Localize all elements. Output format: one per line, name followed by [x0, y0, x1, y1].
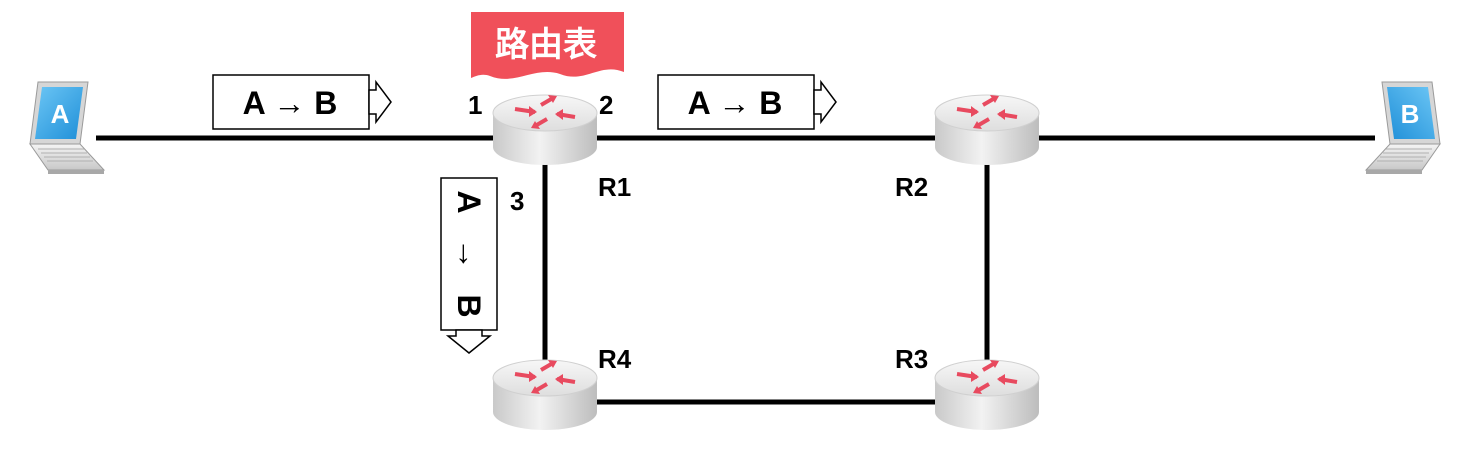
host-a: A	[29, 81, 105, 175]
router-icon	[491, 93, 599, 167]
router-r4	[491, 358, 599, 432]
routing-table-label: 路由表	[495, 26, 597, 64]
router-icon	[491, 358, 599, 432]
port-1-label: 1	[468, 90, 482, 120]
router-r1-label: R1	[598, 172, 631, 202]
router-r2-label: R2	[895, 172, 928, 202]
port-2-label: 2	[599, 90, 613, 120]
router-r3	[933, 358, 1041, 432]
packet-down-b: B	[451, 294, 487, 317]
packet-down: A → B	[440, 177, 498, 354]
router-r2	[933, 93, 1041, 167]
packet-left-label: A → B	[243, 85, 338, 121]
links	[96, 135, 1375, 405]
packet-arrow-icon	[445, 329, 493, 354]
packet-right-label: A → B	[688, 85, 783, 121]
packet-down-a: A	[451, 190, 487, 213]
network-diagram: A B R1 R2 R4 R3 1 2 3 路由表 A → B A → B A …	[29, 12, 1441, 432]
router-r4-label: R4	[598, 344, 632, 374]
router-r1	[491, 93, 599, 167]
packet-right: A → B	[657, 74, 837, 130]
host-b-label: B	[1401, 99, 1420, 129]
host-a-label: A	[51, 99, 70, 129]
packet-left: A → B	[212, 74, 392, 130]
router-icon	[933, 358, 1041, 432]
port-3-label: 3	[510, 186, 524, 216]
router-icon	[933, 93, 1041, 167]
routing-table-tag: 路由表	[471, 12, 624, 79]
packet-down-arrow: →	[451, 238, 487, 270]
host-b: B	[1365, 81, 1441, 175]
router-r3-label: R3	[895, 344, 928, 374]
